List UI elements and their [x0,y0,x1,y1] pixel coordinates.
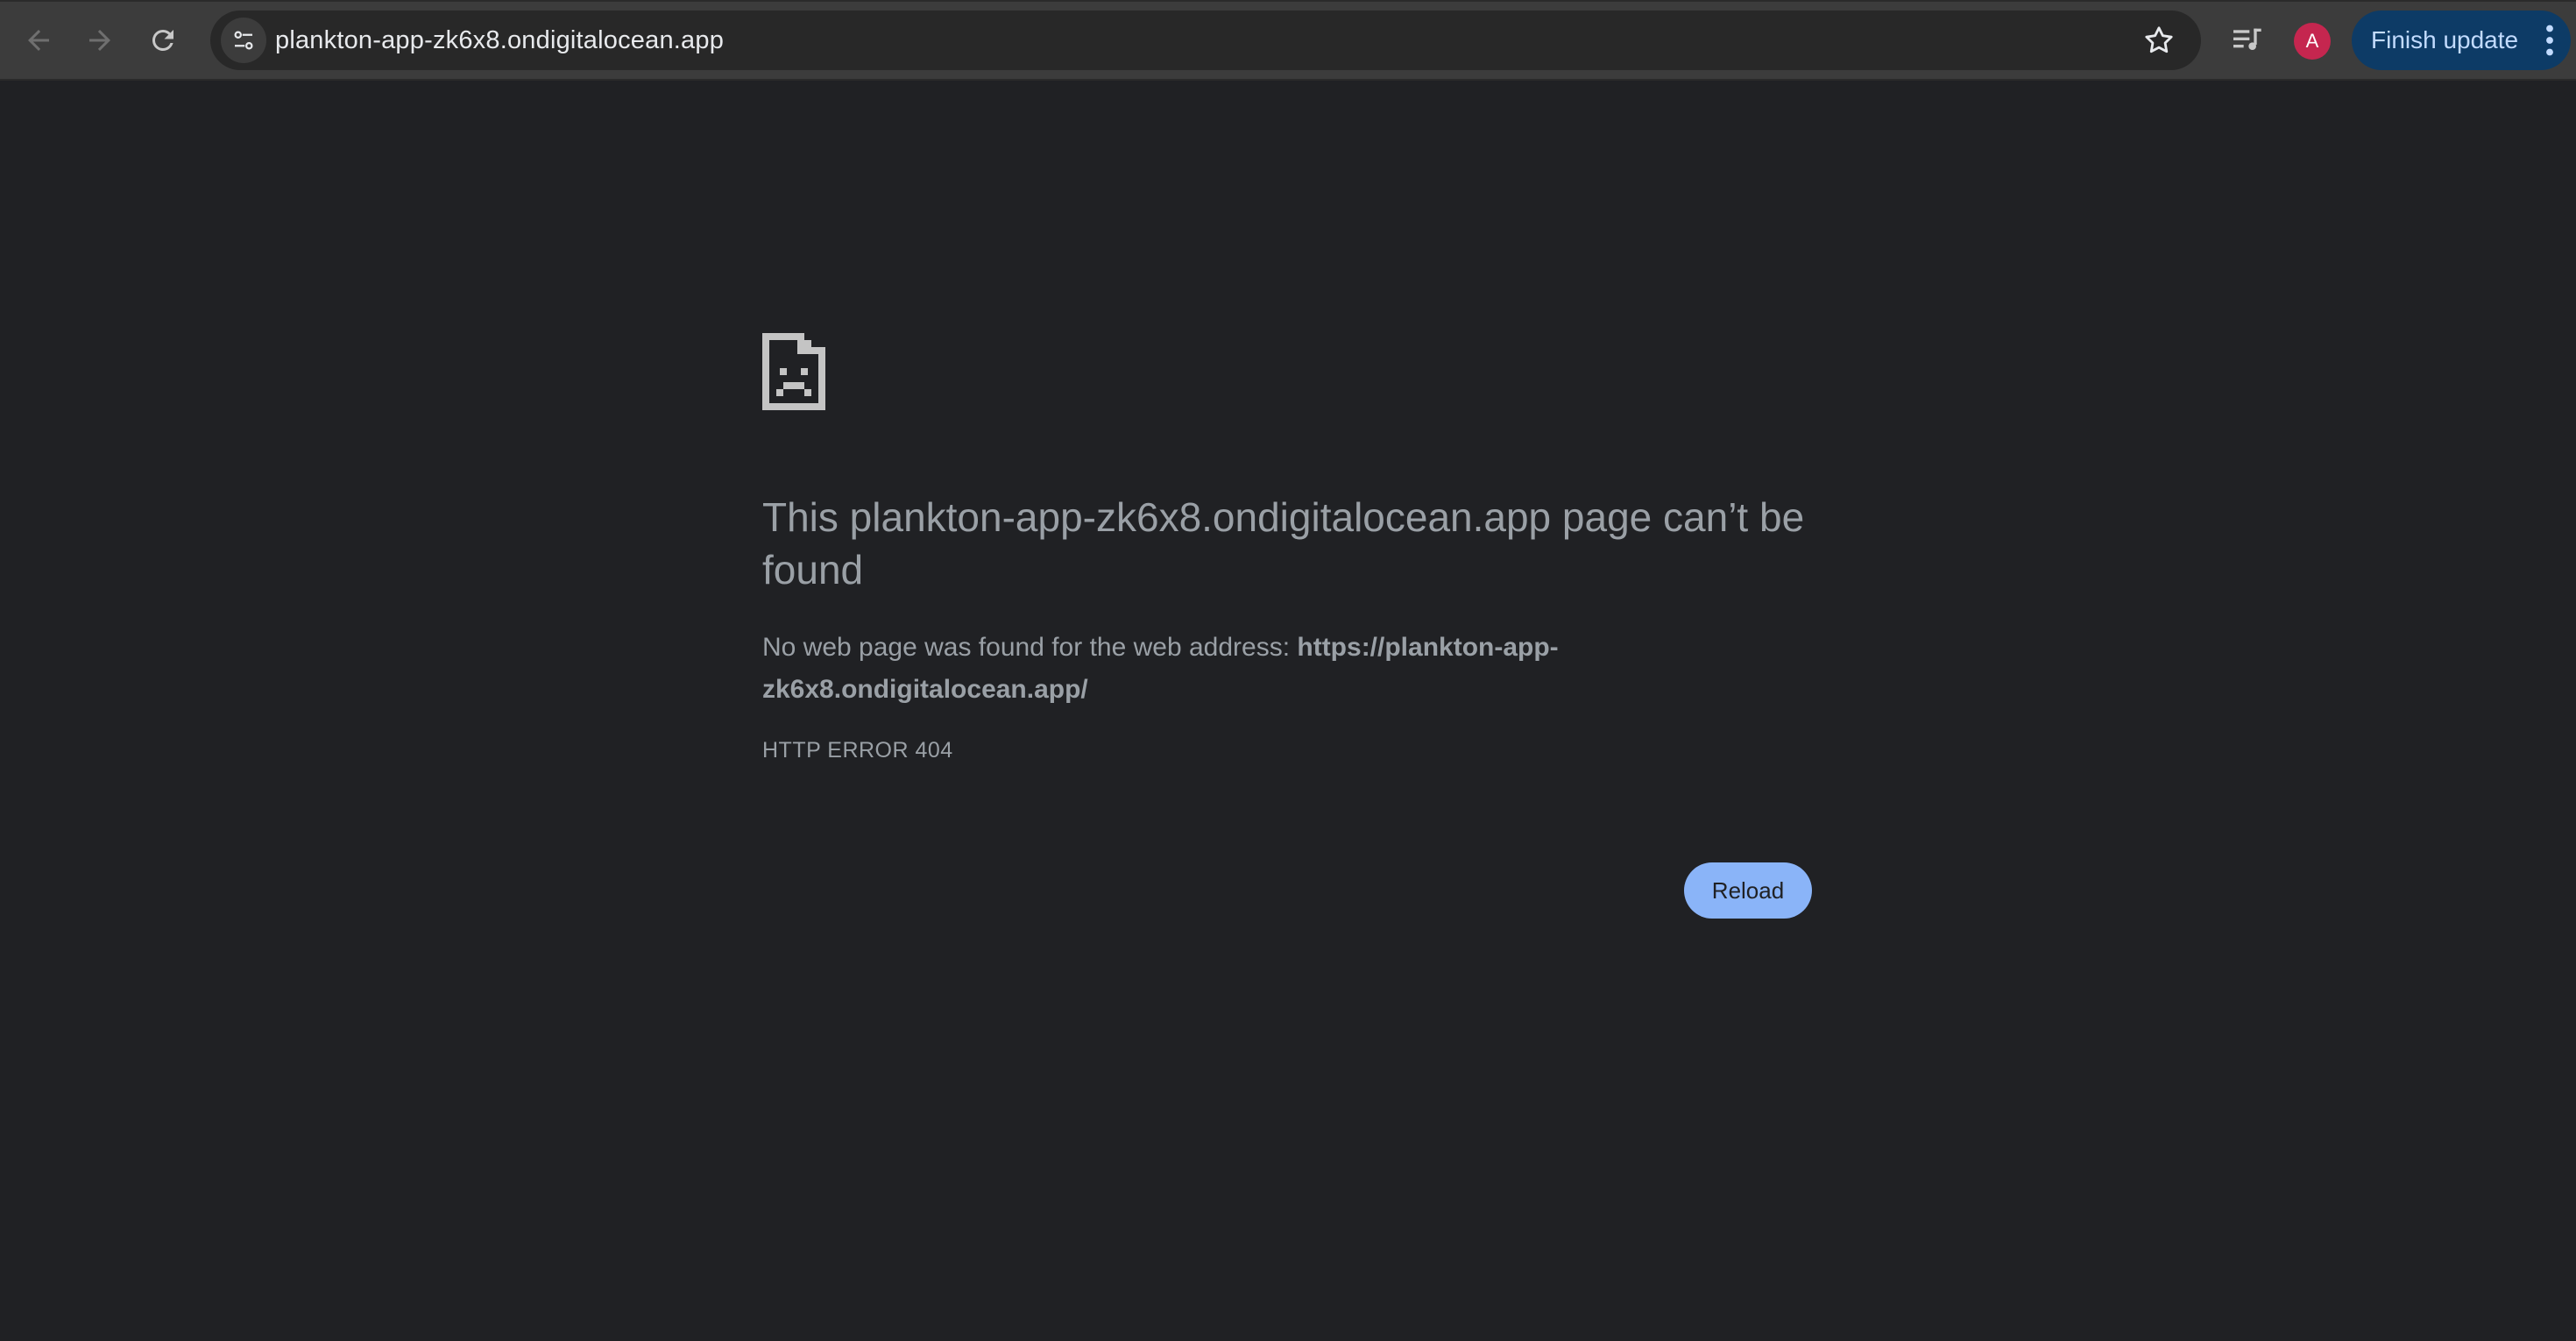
star-icon[interactable] [2141,23,2176,58]
address-bar[interactable]: plankton-app-zk6x8.ondigitalocean.app [210,11,2201,70]
back-button[interactable] [12,14,65,67]
error-description-text: No web page was found for the web addres… [762,633,1298,662]
media-control-icon[interactable] [2229,23,2264,58]
sad-document-icon [762,333,825,410]
browser-toolbar: plankton-app-zk6x8.ondigitalocean.app A … [0,0,2576,81]
reload-icon [152,29,173,51]
error-description: No web page was found for the web addres… [762,627,1674,711]
finish-update-label: Finish update [2371,26,2519,53]
error-title: This plankton-app-zk6x8.ondigitalocean.a… [762,494,1805,592]
kebab-icon [2546,25,2553,56]
reload-page-button[interactable] [137,14,189,67]
error-code: HTTP ERROR 404 [762,738,953,763]
finish-update-button[interactable]: Finish update [2352,11,2571,70]
arrow-left-icon [28,30,49,51]
tune-icon [234,31,253,50]
arrow-right-icon [89,30,110,51]
profile-avatar[interactable]: A [2294,23,2331,60]
url-text[interactable]: plankton-app-zk6x8.ondigitalocean.app [275,11,724,70]
site-info-button[interactable] [221,18,266,63]
reload-button[interactable]: Reload [1684,862,1812,919]
forward-button[interactable] [74,14,126,67]
